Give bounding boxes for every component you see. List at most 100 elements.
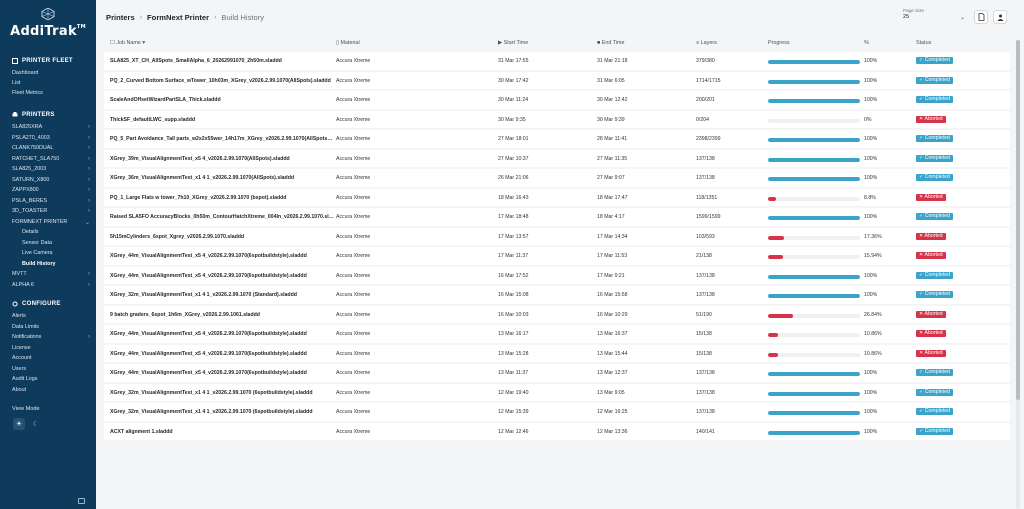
sidebar-item-config-0[interactable]: Alerts — [12, 313, 92, 319]
table-row[interactable]: XGrey_44m_VisualAlignmentTest_x5 4_v2026… — [104, 364, 1010, 384]
table-row[interactable]: ScaleAndOffsetWizardPartSLA_Thick.sladdd… — [104, 91, 1010, 111]
percent-cell: 8.8% — [864, 194, 876, 201]
sidebar-item-config-6[interactable]: Audit Logs — [12, 376, 92, 382]
table-row[interactable]: XGrey_32m_VisualAlignmentTest_x1 4 1_v20… — [104, 403, 1010, 423]
sidebar-item-printer-9[interactable]: FORMNEXT PRINTER ⌄ — [12, 219, 92, 226]
start-time-cell: 12 Mar 15:39 — [498, 409, 529, 415]
sidebar-item-config-4[interactable]: Account — [12, 355, 92, 361]
sidebar-item-config-1[interactable]: Data Limits — [12, 324, 92, 330]
sidebar-item-printer-5[interactable]: SATURN_X800 › — [12, 177, 92, 183]
table-row[interactable]: ACXT alignment 1.sladdd Accura Xtreme 12 M… — [104, 422, 1010, 442]
table-row[interactable]: XGrey_44m_VisualAlignmentTest_x5 4_v2026… — [104, 247, 1010, 267]
col-progress[interactable]: Progress — [768, 40, 790, 46]
layers-cell: 21/138 — [696, 253, 712, 259]
col-material[interactable]: ▯ Material — [336, 40, 360, 46]
sidebar-item-printer-3[interactable]: RATCHET_SLA750 › — [12, 156, 92, 162]
table-row[interactable]: XGrey_44m_VisualAlignmentTest_x5 4_v2026… — [104, 344, 1010, 364]
checkbox-icon[interactable]: ☐ — [110, 40, 115, 46]
breadcrumb-printers[interactable]: Printers — [106, 13, 135, 22]
sidebar-item-printer-extra-0[interactable]: MVTT › — [12, 271, 92, 277]
start-time-cell: 17 Mar 13:57 — [498, 233, 529, 240]
table-row[interactable]: XGrey_44m_VisualAlignmentTest_x5 4_v2026… — [104, 325, 1010, 345]
sidebar-item-printer-1[interactable]: PSLA270_4003 › — [12, 135, 92, 141]
job-name-cell: XGrey_32m_VisualAlignmentTest_x1 4 1_v20… — [110, 409, 313, 415]
col-status[interactable]: Status — [916, 40, 931, 46]
table-row[interactable]: XGrey_44m_VisualAlignmentTest_x5 4_v2026… — [104, 266, 1010, 286]
table-row[interactable]: ThickSF_defaultLWC_supp.sladdd Accura Xtr… — [104, 110, 1010, 130]
sidebar-subitem-0[interactable]: Details — [22, 229, 92, 235]
table-row[interactable]: SLA825_XT_CH_AllSpots_SmallAlpha_6_20262… — [104, 52, 1010, 72]
scrollbar-thumb[interactable] — [1016, 40, 1020, 400]
table-row[interactable]: PQ_2_Curved Bottom Surface_wTower_10h03m… — [104, 71, 1010, 91]
percent-cell: 100% — [864, 370, 878, 376]
sidebar-subitem-3[interactable]: Build History — [22, 261, 92, 267]
sidebar-item-printer-0[interactable]: SLA825XRA › — [12, 124, 92, 130]
table-row[interactable]: XGrey_36m_VisualAlignmentTest_x1 4 1_v20… — [104, 169, 1010, 189]
sidebar-item-printer-extra-1[interactable]: ALPHA 6 › — [12, 282, 92, 288]
sidebar-item-printer-2[interactable]: CLANK750DUAL › — [12, 145, 92, 151]
status-badge: ✓ Completed — [916, 174, 953, 181]
table-row[interactable]: XGrey_39m_VisualAlignmentTest_x5 4_v2026… — [104, 149, 1010, 169]
app-logo[interactable]: AddiTrakTM — [0, 7, 96, 39]
percent-cell: 10.86% — [864, 331, 882, 337]
col-start-time[interactable]: ▶ Start Time — [498, 40, 528, 46]
light-mode-icon[interactable]: ☀ — [13, 418, 25, 430]
end-time-cell: 17 Mar 14:34 — [597, 233, 628, 240]
breadcrumb-printer[interactable]: FormNext Printer — [147, 13, 209, 22]
export-button[interactable] — [974, 10, 988, 24]
sidebar-item-fleet-2[interactable]: Fleet Metrics — [12, 90, 92, 96]
sidebar-subitem-2[interactable]: Live Camera — [22, 250, 92, 256]
header: Printers › FormNext Printer › Build Hist… — [96, 0, 1024, 34]
user-button[interactable] — [993, 10, 1007, 24]
percent-cell: 100% — [864, 155, 878, 162]
sidebar-item-label: Alerts — [12, 313, 26, 319]
percent-cell: 100% — [864, 136, 878, 142]
sidebar-item-printer-8[interactable]: 3D_TOASTER › — [12, 208, 92, 214]
col-job-name[interactable]: ☐ Job Name ▾ — [110, 40, 145, 46]
sidebar-item-printer-4[interactable]: SLA825_2003 › — [12, 166, 92, 172]
layers-cell: 51/190 — [696, 311, 712, 318]
status-badge: ✕ Aborted — [916, 330, 946, 337]
layers-cell: 2398/2399 — [696, 136, 721, 142]
table-row[interactable]: XGrey_32m_VisualAlignmentTest_x1 4 1_v20… — [104, 286, 1010, 306]
progress-bar — [768, 372, 860, 376]
sidebar-item-fleet-1[interactable]: List — [12, 80, 92, 86]
sidebar-item-config-7[interactable]: About — [12, 387, 92, 393]
col-end-time[interactable]: ■ End Time — [597, 40, 625, 46]
status-badge: ✕ Aborted — [916, 232, 946, 240]
sidebar-item-printer-7[interactable]: PSLA_BERES › — [12, 198, 92, 204]
table-row[interactable]: Raised SLA5FO AccuracyBlocks_0h50m_Conto… — [104, 208, 1010, 228]
sidebar-subitem-1[interactable]: Sensor Data — [22, 240, 92, 246]
start-time-cell: 16 Mar 15:08 — [498, 292, 529, 298]
sort-icon: ▾ — [142, 40, 146, 46]
table-row[interactable]: 9 batch graders_6spot_1h6m_XGrey_v2026.2… — [104, 305, 1010, 325]
chevron-right-icon: › — [88, 187, 90, 193]
scrollbar[interactable] — [1016, 40, 1020, 509]
percent-cell: 100% — [864, 428, 878, 435]
sidebar-item-printer-6[interactable]: ZAPPX800 › — [12, 187, 92, 193]
table-row[interactable]: 5h15mCylinders_6spot_Xgrey_v2026.2.99.10… — [104, 227, 1010, 247]
end-time-cell: 12 Mar 13:36 — [597, 428, 628, 435]
sidebar-item-fleet-0[interactable]: Dashboard — [12, 70, 92, 76]
table-row[interactable]: PQ_1_Large Flats w tower_7h10_XGrey_v202… — [104, 188, 1010, 208]
table-row[interactable]: PQ_5_Part Avoidance_Tall parts_w2x2x55we… — [104, 130, 1010, 150]
progress-fill — [768, 333, 778, 337]
col-pct[interactable]: % — [864, 40, 869, 46]
sidebar-item-config-3[interactable]: License — [12, 345, 92, 351]
progress-bar — [768, 274, 860, 279]
layers-cell: 1599/1599 — [696, 214, 721, 220]
table-row[interactable]: XGrey_32m_VisualAlignmentTest_x1 4 1_v20… — [104, 383, 1010, 403]
material-cell: Accura Xtreme — [336, 292, 371, 298]
collapse-sidebar-icon[interactable] — [78, 498, 85, 504]
page-size-select[interactable]: Page Size 25 ⌄ — [903, 8, 965, 21]
end-time-cell: 27 Mar 11:35 — [597, 155, 628, 162]
end-time-cell: 12 Mar 16:25 — [597, 409, 628, 415]
col-layers[interactable]: ≡ Layers — [696, 40, 717, 46]
sidebar-item-config-5[interactable]: Users — [12, 366, 92, 372]
sidebar-item-config-2[interactable]: Notifications › — [12, 334, 92, 340]
chevron-right-icon: › — [88, 271, 90, 277]
start-time-cell: 30 Mar 11:24 — [498, 97, 529, 103]
material-cell: Accura Xtreme — [336, 77, 371, 84]
progress-bar — [768, 157, 860, 162]
dark-mode-icon[interactable]: ☾ — [30, 418, 42, 430]
